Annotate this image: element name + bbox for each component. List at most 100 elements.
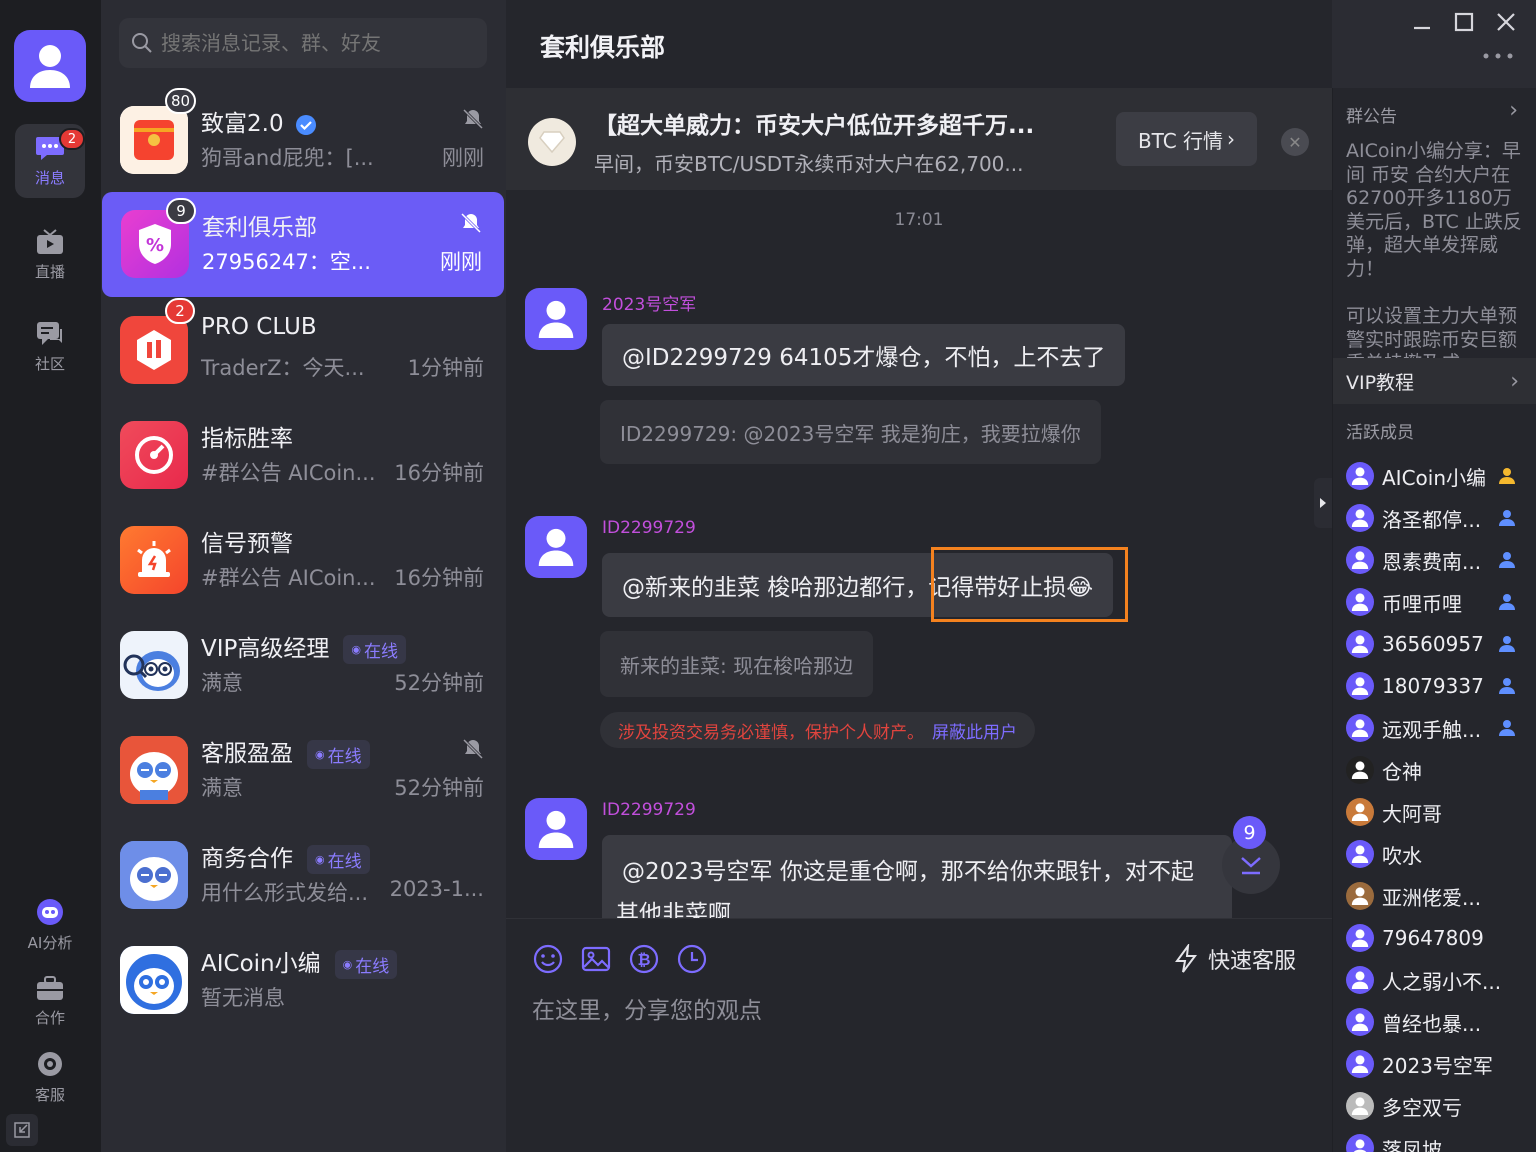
- caret-right-icon: [1320, 498, 1326, 508]
- quoted-message[interactable]: 新来的韭菜: 现在梭哈那边: [600, 631, 874, 697]
- member-item[interactable]: 36560957: [1346, 626, 1532, 662]
- nav-customer-service[interactable]: 客服: [15, 1040, 85, 1114]
- conversation-item[interactable]: 指标胜率 #群公告 AICoin... 16分钟前: [101, 403, 506, 508]
- online-status: ◉ 在线: [307, 845, 370, 874]
- conversation-item[interactable]: 商务合作 ◉ 在线 用什么形式发给... 2023-1...: [101, 823, 506, 928]
- quoted-text: ID2299729: @2023号空军 我是狗庄，我要拉爆你: [620, 421, 1081, 446]
- online-label: 在线: [327, 747, 362, 767]
- member-item[interactable]: AICoin小编: [1346, 458, 1532, 494]
- sender-avatar[interactable]: [525, 516, 587, 578]
- nav-live[interactable]: 直播: [15, 218, 85, 292]
- message-text: @ID2299729 64105才爆仓，不怕，上不去了: [622, 345, 1106, 371]
- online-dot-icon: ◉: [315, 853, 325, 866]
- search-box[interactable]: [119, 18, 487, 68]
- muted-bell-icon: [462, 108, 484, 130]
- conversation-name: 商务合作: [201, 846, 293, 872]
- close-window-icon[interactable]: [1494, 10, 1518, 34]
- sender-avatar[interactable]: [525, 288, 587, 350]
- member-name: 18079337: [1382, 674, 1484, 698]
- member-item[interactable]: 多空双亏: [1346, 1088, 1532, 1124]
- close-icon[interactable]: ✕: [1281, 128, 1309, 156]
- highlight-annotation: [931, 547, 1128, 622]
- member-item[interactable]: 落凤坡: [1346, 1130, 1532, 1152]
- nav-messages-badge: 2: [59, 128, 85, 150]
- member-name: AICoin小编: [1382, 465, 1487, 490]
- member-name: 36560957: [1382, 632, 1484, 656]
- more-icon[interactable]: [1482, 50, 1514, 62]
- bitcoin-icon[interactable]: ₿: [628, 943, 660, 975]
- group-info-panel: 群公告 › AICoin小编分享：早间 币安 合约大户在62700开多1180万…: [1332, 88, 1536, 1152]
- user-icon: [538, 300, 574, 338]
- member-item[interactable]: 远观手触...: [1346, 710, 1532, 746]
- conversation-item[interactable]: 客服盈盈 ◉ 在线 满意 52分钟前: [101, 718, 506, 823]
- chat-title: 套利俱乐部: [540, 33, 666, 62]
- announcement-header[interactable]: 群公告: [1346, 102, 1397, 127]
- risk-warning: 涉及投资交易务必谨慎，保护个人财产。 屏蔽此用户: [600, 712, 1035, 748]
- member-item[interactable]: 币哩币哩: [1346, 584, 1532, 620]
- conversation-item[interactable]: AICoin小编 ◉ 在线 暂无消息: [101, 928, 506, 1033]
- image-icon[interactable]: [580, 943, 612, 975]
- quick-service-button[interactable]: 快速客服: [1174, 943, 1296, 975]
- member-item[interactable]: 大阿哥: [1346, 794, 1532, 830]
- conversation-item-active[interactable]: % 9 套利俱乐部 27956247：空... 刚刚: [102, 192, 504, 297]
- resize-corner-button[interactable]: [6, 1114, 38, 1146]
- sender-name[interactable]: 2023号空军: [602, 290, 696, 315]
- member-item[interactable]: 洛圣都停...: [1346, 500, 1532, 536]
- minimize-icon[interactable]: [1410, 10, 1434, 34]
- member-name: 79647809: [1382, 926, 1484, 950]
- message-bubble[interactable]: @2023号空军 你这是重仓啊，那不给你来跟针，对不起 其他韭菜啊: [602, 835, 1232, 918]
- online-label: 在线: [355, 957, 390, 977]
- maximize-icon[interactable]: [1452, 10, 1476, 34]
- nav-messages[interactable]: 消息 2: [15, 124, 85, 198]
- unread-badge: 80: [165, 88, 197, 114]
- conversation-item[interactable]: 信号预警 #群公告 AICoin... 16分钟前: [101, 508, 506, 613]
- owl-service-avatar: [120, 736, 188, 804]
- community-icon: [37, 321, 62, 345]
- banner-subtitle: 早间，币安BTC/USDT永续币对大户在62,700...: [594, 152, 1024, 176]
- member-item[interactable]: 79647809: [1346, 920, 1532, 956]
- member-avatar: [1346, 1134, 1374, 1152]
- member-name: 吹水: [1382, 843, 1422, 868]
- nav-ai-analysis[interactable]: AI分析: [15, 888, 85, 962]
- conversation-time: 16分钟前: [394, 461, 484, 485]
- member-avatar: [1346, 672, 1374, 700]
- sender-name[interactable]: ID2299729: [602, 800, 696, 820]
- user-avatar[interactable]: [14, 30, 86, 102]
- search-input[interactable]: [161, 31, 481, 55]
- headset-icon: [38, 1051, 62, 1076]
- member-item[interactable]: 仓神: [1346, 752, 1532, 788]
- member-item[interactable]: 2023号空军: [1346, 1046, 1532, 1082]
- member-item[interactable]: 亚洲佬爱...: [1346, 878, 1532, 914]
- news-banner[interactable]: 【超大单威力：币安大户低位开多超千万... 早间，币安BTC/USDT永续币对大…: [506, 88, 1332, 190]
- nav-community[interactable]: 社区: [15, 310, 85, 384]
- verified-icon: [295, 114, 316, 135]
- member-item[interactable]: 人之弱小不...: [1346, 962, 1532, 998]
- emoji-icon[interactable]: [532, 943, 564, 975]
- clock-icon[interactable]: [676, 943, 708, 975]
- block-user-link[interactable]: 屏蔽此用户: [932, 718, 1017, 743]
- sender-name[interactable]: ID2299729: [602, 518, 696, 538]
- chevron-right-icon[interactable]: ›: [1509, 98, 1518, 123]
- nav-cooperation[interactable]: 合作: [15, 964, 85, 1038]
- quoted-message[interactable]: ID2299729: @2023号空军 我是狗庄，我要拉爆你: [600, 400, 1101, 464]
- member-avatar: [1346, 966, 1374, 994]
- member-item[interactable]: 恩素费南...: [1346, 542, 1532, 578]
- sender-avatar[interactable]: [525, 798, 587, 860]
- admin-badge-icon: [1499, 678, 1515, 694]
- member-name: 大阿哥: [1382, 801, 1442, 826]
- vip-tutorial-link[interactable]: VIP教程 ›: [1333, 358, 1536, 404]
- message-input[interactable]: [532, 993, 1292, 1029]
- conversation-item[interactable]: 80 致富2.0 狗哥and屁兜：[... 刚刚: [101, 88, 506, 193]
- member-item[interactable]: 18079337: [1346, 668, 1532, 704]
- admin-badge-icon: [1499, 552, 1515, 568]
- member-item[interactable]: 曾经也暴...: [1346, 1004, 1532, 1040]
- conversation-item[interactable]: VIP高级经理 ◉ 在线 满意 52分钟前: [101, 613, 506, 718]
- active-members-header: 活跃成员: [1346, 423, 1414, 443]
- member-item[interactable]: 吹水: [1346, 836, 1532, 872]
- conversation-item[interactable]: 2 PRO CLUB TraderZ：今天... 1分钟前: [101, 298, 506, 403]
- lightning-icon: [1175, 944, 1197, 973]
- member-name: 远观手触...: [1382, 717, 1482, 742]
- collapse-side-panel-button[interactable]: [1314, 478, 1332, 528]
- message-bubble[interactable]: @ID2299729 64105才爆仓，不怕，上不去了: [602, 324, 1126, 386]
- btc-market-button[interactable]: BTC 行情 ›: [1116, 112, 1257, 166]
